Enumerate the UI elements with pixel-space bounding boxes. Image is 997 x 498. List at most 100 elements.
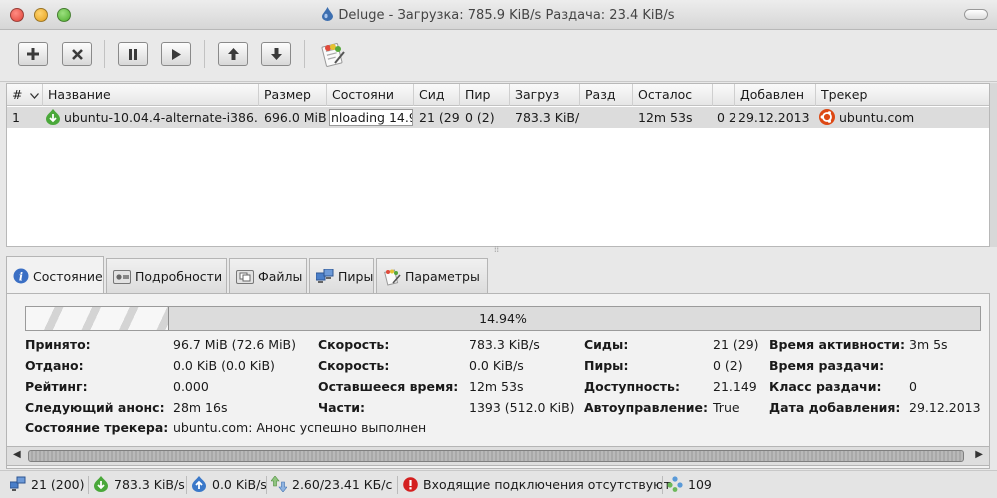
- protocol-traffic-icon: [271, 476, 287, 492]
- queue-down-button[interactable]: [261, 42, 291, 66]
- status-dht-nodes[interactable]: 109: [667, 476, 712, 492]
- dht-icon: [667, 476, 683, 492]
- torrent-list-header: # Название Размер Состояни Сид Пир Загру…: [7, 84, 989, 106]
- status-bar: 21 (200) 783.3 KiB/s 0.0 KiB/s 2.60/23.4…: [0, 470, 997, 498]
- add-icon: [27, 48, 39, 60]
- label-availability: Доступность:: [584, 379, 680, 394]
- status-download-speed[interactable]: 783.3 KiB/s: [93, 476, 185, 492]
- column-header-eta[interactable]: Осталос: [633, 84, 713, 106]
- value-received: 96.7 MiB (72.6 MiB): [173, 337, 297, 352]
- value-seeds: 21 (29): [713, 337, 759, 352]
- sort-chevron-down-icon: [30, 93, 40, 99]
- status-connections[interactable]: 21 (200): [10, 476, 85, 492]
- scroll-left-arrow-icon[interactable]: ◀: [13, 449, 21, 460]
- preferences-icon: [321, 43, 345, 67]
- tab-details[interactable]: Подробности: [106, 258, 227, 294]
- tab-status[interactable]: i Состояние: [6, 256, 104, 295]
- value-seed-rank: 0: [909, 379, 917, 394]
- column-header-upload-speed[interactable]: Разд: [580, 84, 633, 106]
- window-title: Deluge - Загрузка: 785.9 KiB/s Раздача: …: [338, 8, 675, 23]
- table-row[interactable]: 1 ubuntu-10.04.4-alternate-i386.is 696.0…: [7, 107, 989, 128]
- toolbar: [0, 30, 997, 82]
- ubuntu-logo-icon: [819, 109, 835, 125]
- status-upload-speed[interactable]: 0.0 KiB/s: [191, 476, 267, 492]
- cell-size: 696.0 MiB: [264, 110, 327, 125]
- label-auto-managed: Автоуправление:: [584, 400, 708, 415]
- tab-options[interactable]: Параметры: [376, 258, 488, 294]
- column-header-ratio[interactable]: [713, 84, 735, 106]
- column-header-download-speed[interactable]: Загруз: [510, 84, 580, 106]
- tab-peers[interactable]: Пиры: [309, 258, 374, 294]
- column-header-seeds[interactable]: Сид: [414, 84, 460, 106]
- label-peers: Пиры:: [584, 358, 629, 373]
- preferences-button[interactable]: [318, 39, 348, 69]
- column-header-size[interactable]: Размер: [259, 84, 327, 106]
- progress-text: 14.94%: [479, 311, 527, 326]
- downloading-icon: [46, 109, 60, 125]
- cell-peers: 0 (2): [465, 110, 495, 125]
- value-next-announce: 28m 16s: [173, 400, 228, 415]
- value-auto-managed: True: [713, 400, 740, 415]
- scroll-right-arrow-icon[interactable]: ▶: [975, 449, 983, 460]
- pane-splitter-handle[interactable]: ⁞⁞: [494, 246, 502, 254]
- add-torrent-button[interactable]: [18, 42, 48, 66]
- queue-up-button[interactable]: [218, 42, 248, 66]
- label-upload-speed: Скорость:: [318, 358, 390, 373]
- column-header-number[interactable]: #: [7, 84, 43, 106]
- value-sent: 0.0 KiB (0.0 KiB): [173, 358, 275, 373]
- label-received: Принято:: [25, 337, 91, 352]
- cell-eta: 12m 53s: [638, 110, 693, 125]
- label-seeds: Сиды:: [584, 337, 629, 352]
- label-date-added: Дата добавления:: [769, 400, 901, 415]
- pause-torrent-button[interactable]: [118, 42, 148, 66]
- value-pieces: 1393 (512.0 KiB): [469, 400, 575, 415]
- files-icon: [236, 269, 254, 284]
- label-pieces: Части:: [318, 400, 365, 415]
- queue-down-icon: [270, 48, 282, 60]
- value-availability: 21.149: [713, 379, 757, 394]
- label-active-time: Время активности:: [769, 337, 906, 352]
- pause-icon: [129, 48, 137, 60]
- value-download-speed: 783.3 KiB/s: [469, 337, 540, 352]
- toolbar-toggle-button[interactable]: [964, 9, 988, 20]
- warning-icon: [402, 476, 418, 492]
- peers-icon: [316, 268, 334, 283]
- label-tracker-status: Состояние трекера:: [25, 420, 169, 435]
- label-eta: Оставшееся время:: [318, 379, 459, 394]
- cell-tracker: ubuntu.com: [839, 110, 915, 125]
- horizontal-scrollbar[interactable]: ◀ ▶: [6, 446, 990, 466]
- label-seed-rank: Класс раздачи:: [769, 379, 882, 394]
- label-seeding-time: Время раздачи:: [769, 358, 885, 373]
- cell-seeds: 21 (29: [419, 110, 460, 125]
- network-icon: [10, 476, 26, 491]
- details-icon: [113, 269, 131, 284]
- deluge-logo-icon: [322, 7, 334, 21]
- download-speed-icon: [94, 476, 108, 492]
- label-ratio: Рейтинг:: [25, 379, 88, 394]
- upload-speed-icon: [192, 476, 206, 492]
- value-ratio: 0.000: [173, 379, 209, 394]
- column-header-name[interactable]: Название: [43, 84, 259, 106]
- cell-number: 1: [12, 110, 20, 125]
- label-download-speed: Скорость:: [318, 337, 390, 352]
- status-incoming-connections[interactable]: Входящие подключения отсутствуют: [402, 476, 671, 492]
- column-header-state[interactable]: Состояни: [327, 84, 414, 106]
- cell-ratio: 0 2: [717, 110, 735, 125]
- queue-up-icon: [227, 48, 239, 60]
- column-header-tracker[interactable]: Трекер: [816, 84, 991, 106]
- scrollbar-thumb[interactable]: [28, 450, 964, 462]
- status-protocol-traffic[interactable]: 2.60/23.41 КБ/с: [271, 476, 392, 492]
- cell-name: ubuntu-10.04.4-alternate-i386.is: [64, 110, 259, 125]
- tab-files[interactable]: Файлы: [229, 258, 307, 294]
- resume-torrent-button[interactable]: [161, 42, 191, 66]
- torrent-progress-bar: 14.94%: [25, 306, 981, 331]
- status-panel: 14.94% Принято: 96.7 MiB (72.6 MiB) Отда…: [6, 293, 990, 469]
- resume-icon: [172, 48, 181, 60]
- info-icon: i: [13, 268, 29, 284]
- column-header-peers[interactable]: Пир: [460, 84, 510, 106]
- torrent-list[interactable]: # Название Размер Состояни Сид Пир Загру…: [6, 83, 990, 247]
- column-header-added[interactable]: Добавлен: [735, 84, 816, 106]
- value-peers: 0 (2): [713, 358, 743, 373]
- cell-download-speed: 783.3 KiB/: [515, 110, 580, 125]
- remove-torrent-button[interactable]: [62, 42, 92, 66]
